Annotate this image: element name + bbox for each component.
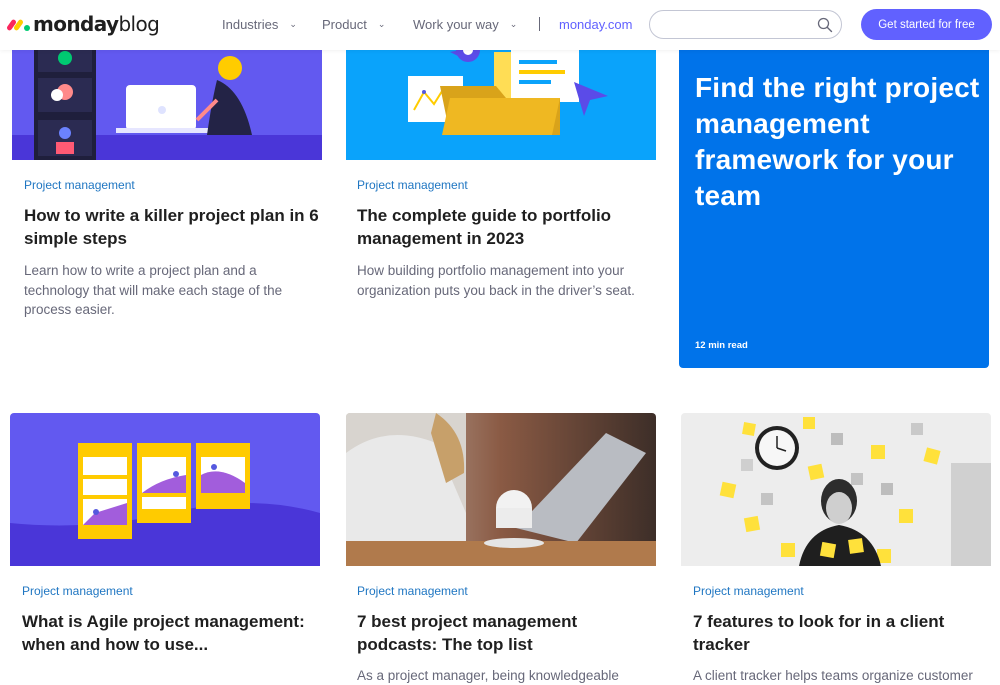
client-tracker-photo bbox=[681, 413, 991, 566]
featured-article-card[interactable]: Find the right project management framew… bbox=[679, 40, 989, 368]
article-thumbnail-agile[interactable] bbox=[10, 413, 320, 566]
podcasts-photo bbox=[346, 413, 656, 566]
nav-divider bbox=[539, 17, 540, 31]
chevron-down-icon: ⌄ bbox=[509, 19, 518, 29]
nav-item-product[interactable]: Product ⌄ bbox=[322, 17, 385, 32]
chevron-down-icon: ⌄ bbox=[289, 19, 297, 29]
article-thumbnail-portfolio[interactable] bbox=[346, 40, 656, 160]
monday-blog-logo[interactable]: mondayblog bbox=[6, 12, 160, 36]
monday-com-link[interactable]: monday.com bbox=[559, 17, 632, 32]
article-category-tag[interactable]: Project management bbox=[22, 584, 133, 598]
project-plan-illustration bbox=[12, 40, 322, 160]
article-description: Learn how to write a project plan and a … bbox=[24, 263, 283, 317]
search-box[interactable] bbox=[649, 10, 842, 39]
article-category-tag[interactable]: Project management bbox=[357, 178, 468, 192]
article-category-tag[interactable]: Project management bbox=[24, 178, 135, 192]
logo-bold-text: monday bbox=[33, 12, 119, 36]
monday-logo-icon bbox=[6, 17, 31, 32]
nav-item-industries[interactable]: Industries ⌄ bbox=[222, 17, 297, 32]
logo-light-text: blog bbox=[118, 12, 160, 36]
article-description: How building portfolio management into y… bbox=[357, 263, 635, 298]
nav-item-label: Work your way bbox=[413, 17, 499, 32]
nav-item-label: Industries bbox=[222, 17, 279, 32]
chevron-down-icon: ⌄ bbox=[377, 19, 386, 29]
nav-item-label: Product bbox=[322, 17, 367, 32]
article-title[interactable]: 7 best project management podcasts: The … bbox=[357, 610, 647, 656]
article-description: A client tracker helps teams organize cu… bbox=[693, 668, 973, 683]
read-time-label: 12 min read bbox=[695, 340, 748, 351]
nav-item-work-your-way[interactable]: Work your way ⌄ bbox=[413, 17, 517, 32]
article-title[interactable]: 7 features to look for in a client track… bbox=[693, 610, 983, 656]
article-title[interactable]: How to write a killer project plan in 6 … bbox=[24, 204, 319, 250]
portfolio-illustration bbox=[346, 40, 656, 160]
agile-board-illustration bbox=[10, 413, 320, 566]
article-thumbnail-podcasts[interactable] bbox=[346, 413, 656, 566]
article-category-tag[interactable]: Project management bbox=[693, 584, 804, 598]
article-category-tag[interactable]: Project management bbox=[357, 584, 468, 598]
article-thumbnail-project-plan[interactable] bbox=[12, 40, 322, 160]
article-title[interactable]: What is Agile project management: when a… bbox=[22, 610, 312, 656]
site-header: mondayblog Industries ⌄ Product ⌄ Work y… bbox=[0, 0, 1000, 50]
featured-article-title[interactable]: Find the right project management framew… bbox=[695, 70, 980, 214]
search-input[interactable] bbox=[662, 15, 812, 35]
article-title[interactable]: The complete guide to portfolio manageme… bbox=[357, 204, 647, 250]
article-thumbnail-client-tracker[interactable] bbox=[681, 413, 991, 566]
search-icon[interactable] bbox=[817, 17, 833, 33]
get-started-button[interactable]: Get started for free bbox=[861, 9, 992, 40]
logo-text: mondayblog bbox=[33, 12, 160, 36]
article-description: As a project manager, being knowledgeabl… bbox=[357, 668, 619, 683]
